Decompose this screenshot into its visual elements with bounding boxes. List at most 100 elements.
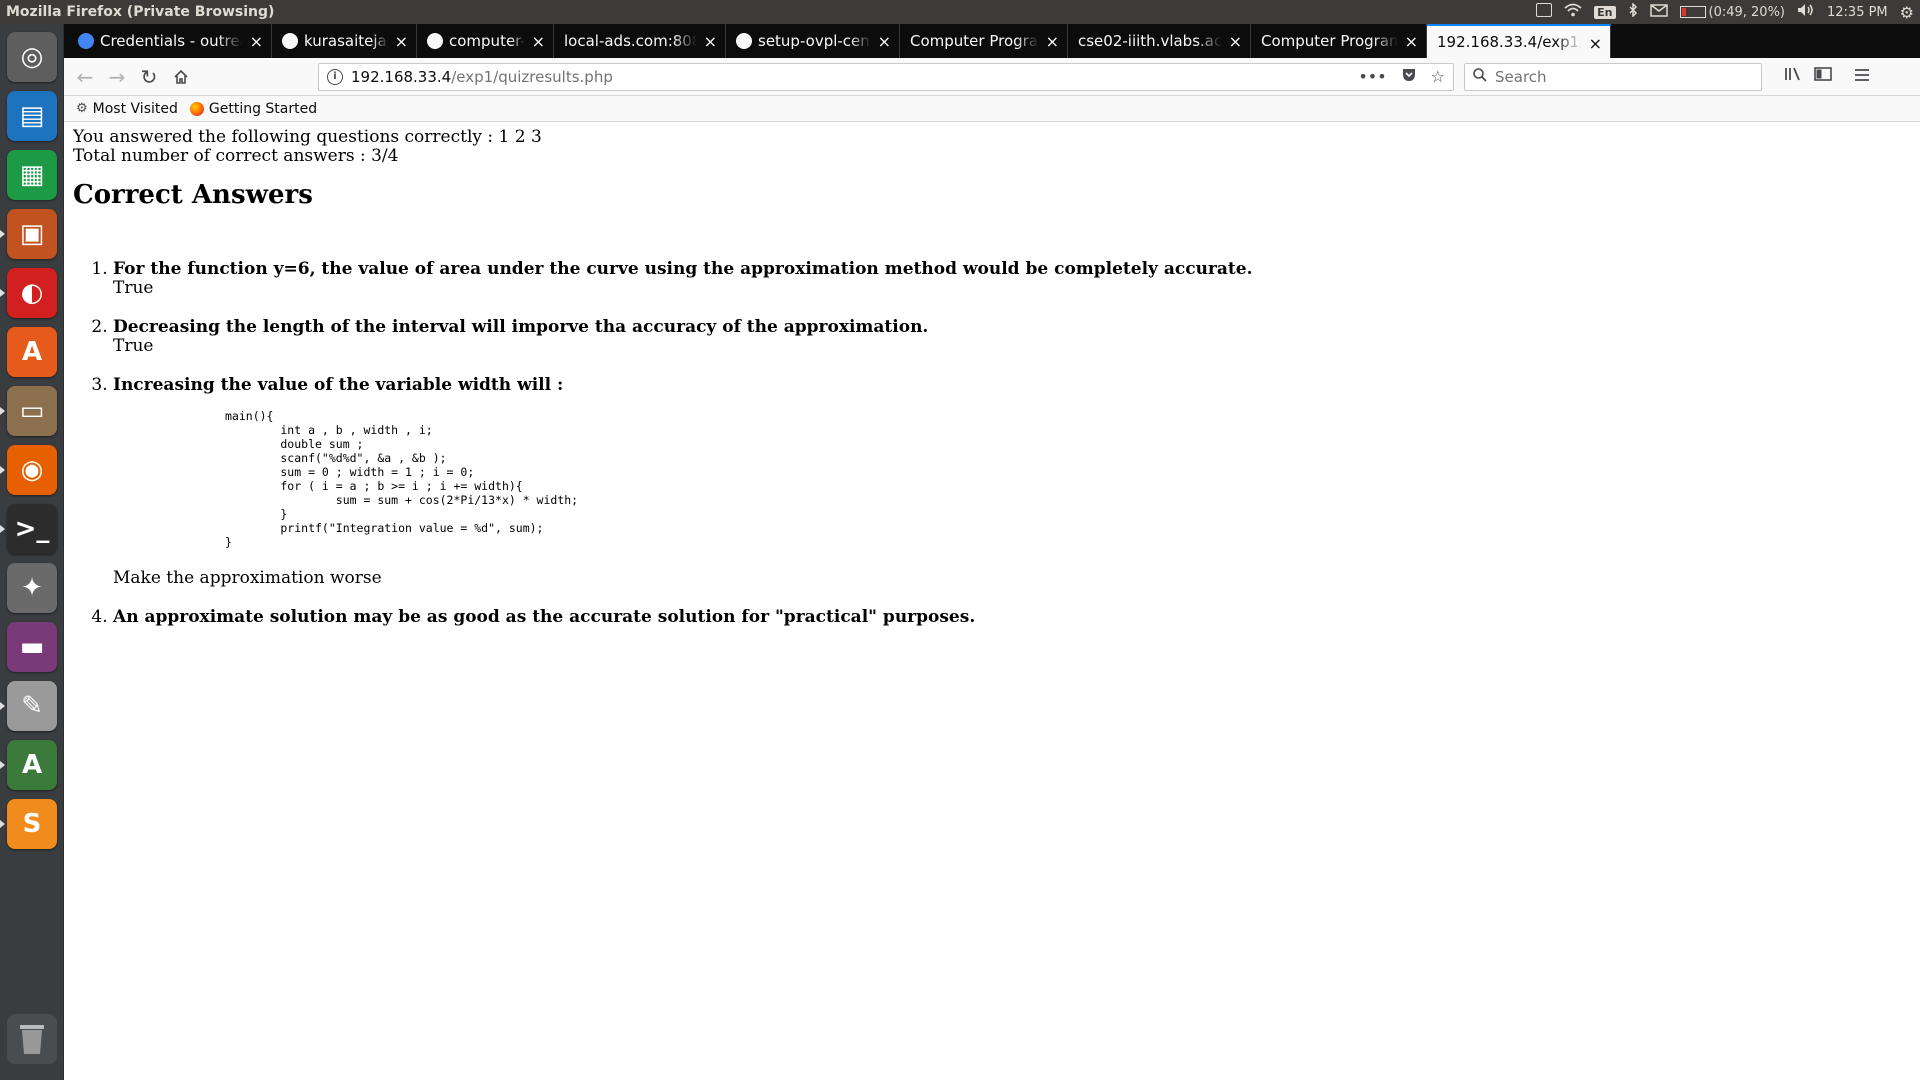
text-editor-icon[interactable]: ✎ <box>7 681 57 731</box>
system-settings-icon[interactable]: ✦ <box>7 563 57 613</box>
browser-tab[interactable]: local-ads.com:8080/ × <box>554 24 726 58</box>
ubuntu-dash-icon[interactable]: ◎ <box>7 32 57 82</box>
bookmark-most-visited[interactable]: ⚙ Most Visited <box>76 101 178 117</box>
browser-tab[interactable]: Computer Programming × <box>1251 24 1427 58</box>
tab-title: 192.168.33.4/exp1/quizresults <box>1437 33 1582 51</box>
search-bar[interactable]: Search <box>1464 63 1762 91</box>
result-summary-total: Total number of correct answers : 3/4 <box>73 146 399 166</box>
sidebar-toggle-icon[interactable] <box>1814 66 1832 87</box>
tab-title: Computer Programming <box>910 32 1039 50</box>
bookmark-star-icon[interactable]: ☆ <box>1431 67 1445 87</box>
page-actions-icon[interactable]: ••• <box>1358 67 1386 87</box>
result-summary-correct-list: You answered the following questions cor… <box>73 127 542 147</box>
home-button[interactable] <box>168 64 194 90</box>
gear-icon: ⚙ <box>76 101 88 116</box>
tab-title: setup-ovpl-centos/r <box>758 32 871 50</box>
libreoffice-calc-icon[interactable]: ▦ <box>7 150 57 200</box>
page-content: You answered the following questions cor… <box>64 122 1920 1080</box>
hamburger-menu-icon[interactable] <box>1854 66 1870 87</box>
mail-icon[interactable] <box>1649 3 1668 21</box>
navigation-toolbar: ← → ↻ i 192.168.33.4/exp1/quizresults.ph… <box>64 58 1920 96</box>
running-indicator <box>0 407 5 415</box>
running-indicator <box>0 230 5 238</box>
clock[interactable]: 12:35 PM <box>1827 5 1888 20</box>
tab-title: computer-programming <box>449 32 525 50</box>
library-icon[interactable] <box>1784 66 1802 87</box>
browser-tab[interactable]: 192.168.33.4/exp1/quizresults × <box>1427 24 1611 58</box>
tab-title: kurasaiteja/computer <box>304 32 388 50</box>
new-tab-button[interactable]: + <box>1912 24 1920 58</box>
url-host: 192.168.33.4 <box>351 68 452 86</box>
software-updater-icon[interactable]: A <box>7 740 57 790</box>
running-indicator <box>0 820 5 828</box>
tab-close-icon[interactable]: × <box>1046 32 1059 51</box>
battery-icon <box>1679 6 1706 18</box>
browser-tab[interactable]: cse02-iiith.vlabs.ac.in/e × <box>1068 24 1251 58</box>
correct-answer-text: Make the approximation worse <box>113 568 382 588</box>
site-info-icon[interactable]: i <box>327 69 343 85</box>
settings-gear-icon[interactable]: ⚙ <box>1900 3 1914 22</box>
volume-icon[interactable] <box>1797 3 1815 21</box>
search-icon <box>1473 68 1487 86</box>
tab-close-icon[interactable]: × <box>1229 32 1242 51</box>
code-snippet: main(){ int a , b , width , i; double su… <box>225 409 579 549</box>
terminal-icon[interactable]: >_ <box>7 504 57 554</box>
reload-icon: ↻ <box>140 65 158 89</box>
trash-icon[interactable] <box>7 1014 57 1064</box>
battery-indicator[interactable]: (0:49, 20%) <box>1679 5 1785 20</box>
firefox-icon[interactable]: ◉ <box>7 445 57 495</box>
question-text: An approximate solution may be as good a… <box>113 607 976 627</box>
search-placeholder: Search <box>1495 68 1547 86</box>
tab-title: cse02-iiith.vlabs.ac.in/e <box>1078 32 1222 50</box>
running-indicator <box>0 761 5 769</box>
question-text: Increasing the value of the variable wid… <box>113 375 564 395</box>
github-icon <box>282 33 298 49</box>
tab-close-icon[interactable]: × <box>1405 32 1418 51</box>
browser-tab[interactable]: computer-programming × <box>417 24 554 58</box>
url-path: /exp1/quizresults.php <box>451 68 613 86</box>
window-title: Mozilla Firefox (Private Browsing) <box>6 4 275 20</box>
question-text: Decreasing the length of the interval wi… <box>113 317 929 337</box>
reload-button[interactable]: ↻ <box>136 64 162 90</box>
url-bar[interactable]: i 192.168.33.4/exp1/quizresults.php ••• … <box>318 63 1454 91</box>
wifi-icon[interactable] <box>1564 3 1582 21</box>
browser-tab[interactable]: setup-ovpl-centos/r × <box>726 24 900 58</box>
bluetooth-icon[interactable] <box>1628 2 1638 21</box>
browser-tab[interactable]: Credentials - outreach × <box>68 24 272 58</box>
forward-button[interactable]: → <box>104 64 130 90</box>
remote-desktop-icon[interactable]: ▬ <box>7 622 57 672</box>
tab-close-icon[interactable]: × <box>704 32 717 51</box>
unity-launcher: ◎ ▤ ▦ ▣ ◐ A ▭ ◉ >_ ✦ ▬ ✎ A S <box>0 24 64 1080</box>
tab-close-icon[interactable]: × <box>395 32 408 51</box>
firefox-icon <box>189 101 204 116</box>
github-icon <box>736 33 752 49</box>
files-manager-icon[interactable]: ▭ <box>7 386 57 436</box>
bookmarks-toolbar: ⚙ Most Visited Getting Started <box>64 96 1920 122</box>
sublime-text-icon[interactable]: S <box>7 799 57 849</box>
running-indicator <box>0 702 5 710</box>
browser-tab[interactable]: Computer Programming × <box>900 24 1068 58</box>
answers-list: For the function y=6, the value of area … <box>73 260 1920 627</box>
tab-close-icon[interactable]: × <box>878 32 891 51</box>
answer-item: Decreasing the length of the interval wi… <box>113 318 1920 356</box>
top-panel: Mozilla Firefox (Private Browsing) En (0… <box>0 0 1920 24</box>
tab-close-icon[interactable]: × <box>532 32 545 51</box>
pocket-icon[interactable] <box>1401 67 1417 87</box>
tab-title: local-ads.com:8080/ <box>564 32 697 50</box>
question-text: For the function y=6, the value of area … <box>113 259 1253 279</box>
github-icon <box>427 33 443 49</box>
ubuntu-software-icon[interactable]: A <box>7 327 57 377</box>
page-heading: Correct Answers <box>73 180 313 210</box>
forward-arrow-icon: → <box>108 65 126 89</box>
browser-tab[interactable]: kurasaiteja/computer × <box>272 24 417 58</box>
display-icon[interactable] <box>1536 3 1553 21</box>
tab-close-icon[interactable]: × <box>1589 34 1602 53</box>
libreoffice-impress-icon[interactable]: ▣ <box>7 209 57 259</box>
bookmark-getting-started[interactable]: Getting Started <box>189 101 317 117</box>
libreoffice-writer-icon[interactable]: ▤ <box>7 91 57 141</box>
back-button[interactable]: ← <box>72 64 98 90</box>
evince-document-viewer-icon[interactable]: ◐ <box>7 268 57 318</box>
running-indicator <box>0 525 5 533</box>
tab-close-icon[interactable]: × <box>250 32 263 51</box>
keyboard-icon[interactable]: En <box>1594 5 1616 19</box>
